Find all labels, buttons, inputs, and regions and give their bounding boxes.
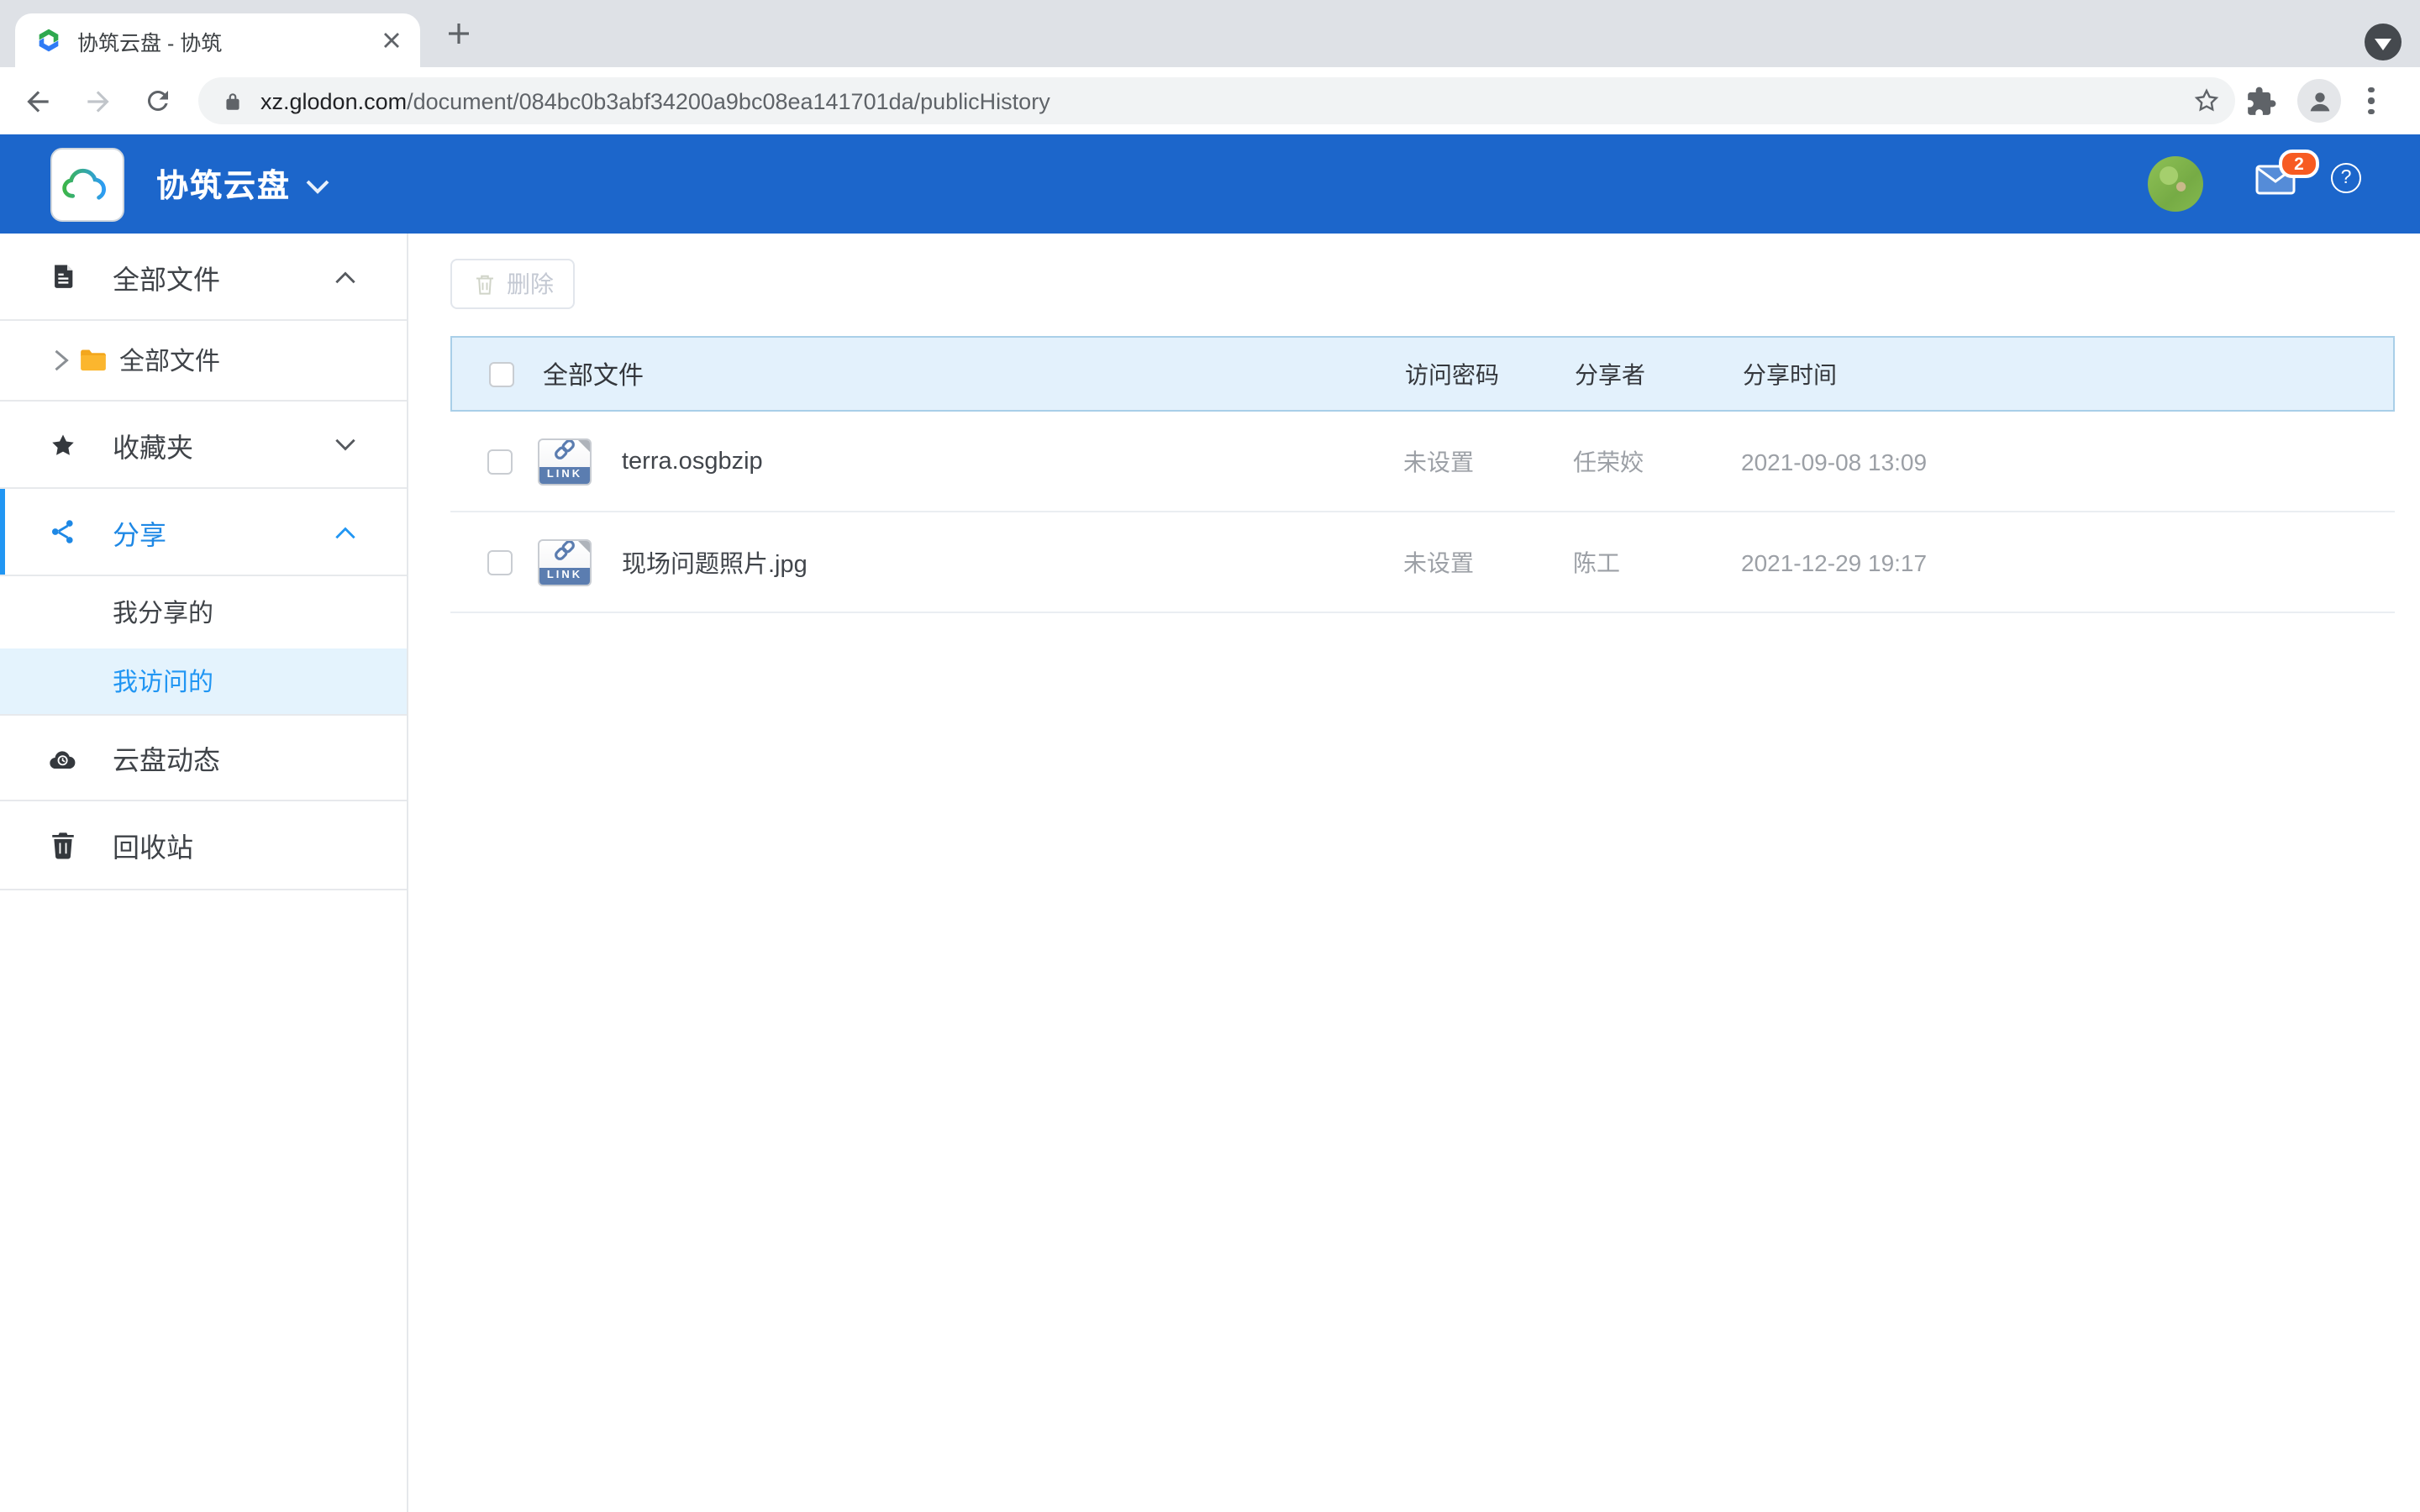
lock-icon	[222, 90, 244, 112]
bookmark-star-icon[interactable]	[2191, 86, 2222, 116]
tab-close-icon[interactable]	[376, 25, 407, 55]
url-domain: xz.glodon.com	[260, 88, 407, 113]
sidebar-item-share[interactable]: 分享	[0, 489, 407, 576]
file-share-time: 2021-09-08 13:09	[1741, 448, 1927, 475]
trash-icon	[49, 831, 77, 859]
select-all-checkbox[interactable]	[489, 361, 514, 386]
sidebar-item-label: 云盘动态	[113, 738, 220, 778]
chrome-menu-icon[interactable]	[2361, 81, 2381, 122]
app-title[interactable]: 协筑云盘	[156, 134, 329, 234]
file-password: 未设置	[1403, 545, 1474, 579]
link-file-icon: LINK	[538, 538, 592, 585]
chevron-up-icon[interactable]	[334, 261, 356, 291]
document-icon	[49, 262, 77, 291]
file-name[interactable]: terra.osgbzip	[622, 448, 763, 475]
table-header-row: 全部文件 访问密码 分享者 分享时间	[450, 336, 2395, 412]
row-checkbox[interactable]	[487, 549, 513, 575]
sidebar-item-label: 回收站	[113, 825, 193, 865]
sidebar-item-favorites[interactable]: 收藏夹	[0, 402, 407, 489]
file-share-time: 2021-12-29 19:17	[1741, 549, 1927, 575]
sidebar-tree-label: 全部文件	[119, 343, 220, 378]
sidebar-item-label: 我访问的	[113, 664, 213, 699]
table-row[interactable]: LINK 现场问题照片.jpg 未设置 陈工 2021-12-29 19:17	[450, 512, 2395, 613]
delete-button-label: 删除	[507, 267, 554, 301]
link-badge: LINK	[539, 466, 590, 483]
link-badge: LINK	[539, 567, 590, 584]
chevron-down-icon[interactable]	[334, 429, 356, 459]
chrome-profile-chevron-icon[interactable]	[2365, 24, 2402, 60]
cloud-activity-icon	[49, 745, 77, 770]
browser-tab-strip: 协筑云盘 - 协筑	[0, 0, 2420, 67]
sidebar-item-my-visited[interactable]: 我访问的	[0, 648, 407, 716]
file-sharer: 任荣姣	[1573, 444, 1644, 478]
main-content: 删除 全部文件 访问密码 分享者 分享时间 LINK terra.osgbzip	[410, 234, 2420, 1512]
sidebar-item-label: 我分享的	[113, 595, 213, 630]
table-header-title: 全部文件	[543, 356, 644, 391]
file-name[interactable]: 现场问题照片.jpg	[622, 544, 808, 580]
tab-title: 协筑云盘 - 协筑	[77, 24, 376, 56]
delete-button[interactable]: 删除	[450, 259, 575, 309]
star-icon	[49, 429, 77, 459]
table-row[interactable]: LINK terra.osgbzip 未设置 任荣姣 2021-09-08 13…	[450, 412, 2395, 512]
chrome-profile-icon[interactable]	[2297, 79, 2341, 123]
chevron-up-icon[interactable]	[334, 517, 356, 547]
screen: 协筑云盘 - 协筑 xz.glodon.com/document/084bc0b…	[0, 0, 2420, 1512]
notifications-mail-icon[interactable]: 2	[2255, 165, 2296, 203]
back-icon[interactable]	[13, 77, 60, 124]
reload-icon[interactable]	[134, 77, 182, 124]
sidebar-tree-all-files[interactable]: 全部文件	[0, 321, 407, 402]
folder-icon	[79, 348, 108, 373]
trash-outline-icon	[471, 271, 497, 297]
favicon-icon	[35, 27, 62, 54]
url-bar[interactable]: xz.glodon.com/document/084bc0b3abf34200a…	[198, 77, 2235, 124]
new-tab-button[interactable]	[435, 10, 482, 57]
notification-badge: 2	[2279, 150, 2319, 178]
link-file-icon: LINK	[538, 438, 592, 485]
url-text: xz.glodon.com/document/084bc0b3abf34200a…	[260, 88, 2191, 113]
share-icon	[49, 517, 77, 546]
browser-tab[interactable]: 协筑云盘 - 协筑	[15, 13, 420, 67]
url-path: /document/084bc0b3abf34200a9bc08ea141701…	[407, 88, 1050, 113]
file-password: 未设置	[1403, 444, 1474, 478]
expand-chevron-icon[interactable]	[54, 349, 69, 371]
column-header-password: 访问密码	[1405, 357, 1499, 391]
extensions-puzzle-icon[interactable]	[2245, 85, 2277, 117]
file-sharer: 陈工	[1573, 545, 1620, 579]
file-list: LINK terra.osgbzip 未设置 任荣姣 2021-09-08 13…	[450, 412, 2395, 613]
app-title-text: 协筑云盘	[156, 161, 291, 207]
toolbar-right	[2245, 79, 2381, 123]
user-avatar[interactable]	[2148, 156, 2203, 212]
help-icon[interactable]: ?	[2331, 163, 2361, 193]
sidebar-item-drive-activity[interactable]: 云盘动态	[0, 716, 407, 801]
column-header-time: 分享时间	[1743, 357, 1837, 391]
sidebar-item-label: 全部文件	[113, 256, 220, 297]
sidebar-item-all-files[interactable]: 全部文件	[0, 234, 407, 321]
forward-icon[interactable]	[74, 77, 121, 124]
column-header-sharer: 分享者	[1575, 357, 1645, 391]
row-checkbox[interactable]	[487, 449, 513, 474]
chevron-down-icon	[306, 168, 329, 205]
app-logo-cloud-icon[interactable]	[50, 148, 124, 222]
sidebar: 全部文件 全部文件 收藏夹	[0, 234, 408, 1512]
sidebar-item-recycle-bin[interactable]: 回收站	[0, 801, 407, 890]
sidebar-item-label: 收藏夹	[113, 424, 193, 465]
app-header: 协筑云盘 2 ?	[0, 134, 2420, 234]
sidebar-item-my-shares[interactable]: 我分享的	[0, 576, 407, 648]
sidebar-item-label: 分享	[113, 512, 166, 552]
browser-toolbar: xz.glodon.com/document/084bc0b3abf34200a…	[0, 67, 2420, 134]
